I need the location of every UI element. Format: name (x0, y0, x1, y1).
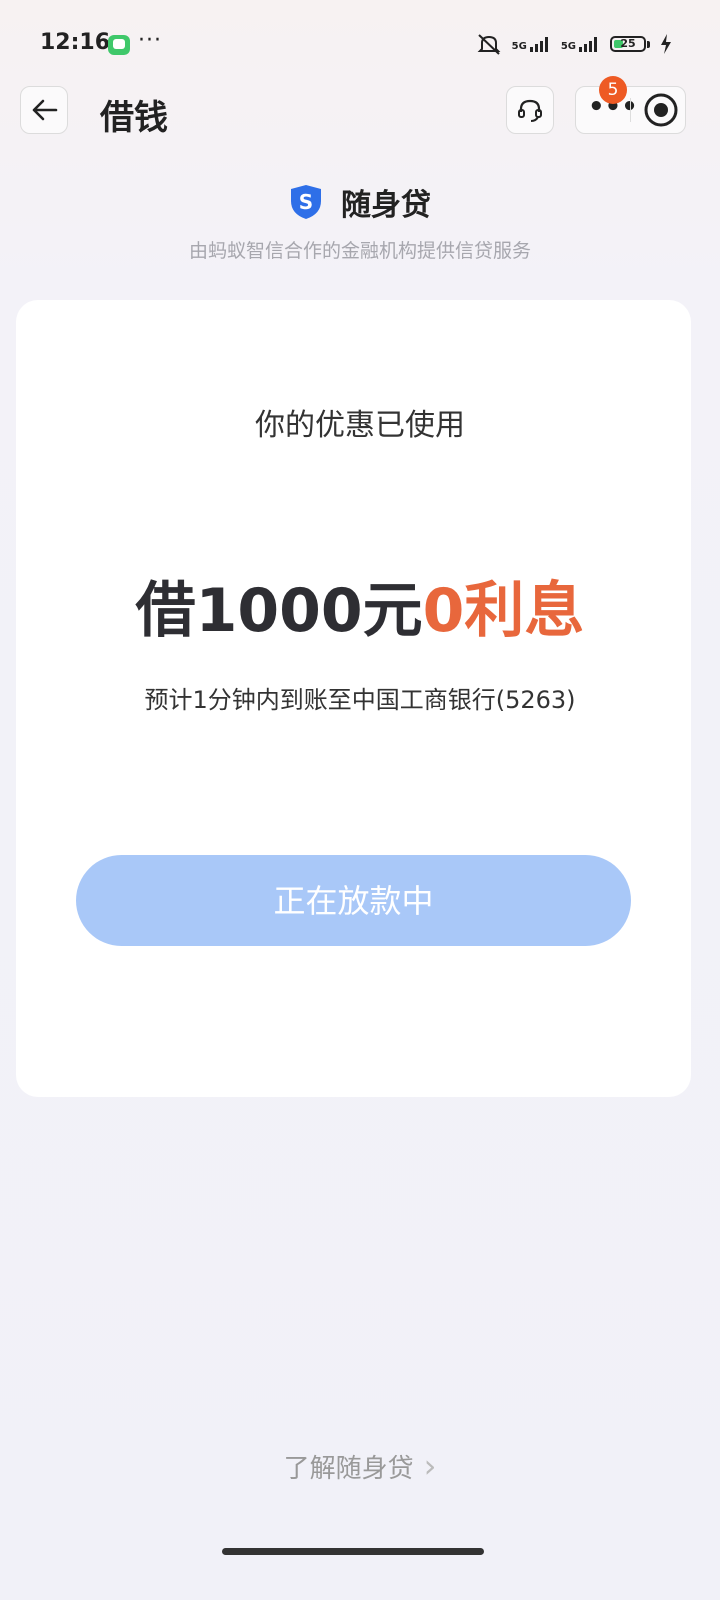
brand-header: S 随身贷 (0, 180, 720, 224)
battery-icon: 25 (610, 36, 650, 52)
brand-subtitle: 由蚂蚁智信合作的金融机构提供信贷服务 (188, 240, 531, 262)
capsule-divider (630, 98, 631, 122)
headset-icon (518, 99, 542, 122)
battery-level: 25 (620, 37, 636, 50)
charging-icon (661, 34, 671, 54)
status-time: 12:16 (40, 30, 111, 55)
notification-badge: 5 (599, 76, 627, 104)
signal-1-label: 5G (511, 41, 527, 52)
offer-used-heading: 你的优惠已使用 (255, 408, 465, 443)
offer-amount: 借1000元 (135, 576, 423, 646)
disbursing-button[interactable]: 正在放款中 (76, 855, 631, 946)
page-title: 借钱 (100, 98, 168, 138)
brand-name: 随身贷 (341, 188, 431, 223)
signal-2-icon: 5G (561, 36, 600, 52)
chevron-right-icon: › (423, 1447, 437, 1485)
shield-s-icon: S (291, 185, 321, 219)
more-notifications-icon: ··· (138, 28, 162, 53)
record-icon (644, 93, 678, 127)
back-button[interactable] (20, 86, 68, 134)
customer-service-button[interactable] (506, 86, 554, 134)
message-notification-icon (108, 35, 130, 55)
mute-icon (477, 34, 501, 55)
home-indicator[interactable] (222, 1548, 484, 1555)
arrow-left-icon (32, 99, 58, 121)
brand-icon-letter: S (299, 190, 313, 214)
record-button[interactable] (643, 92, 679, 128)
offer-interest: 0利息 (422, 576, 585, 646)
signal-1-icon: 5G (512, 36, 551, 52)
learn-more-label: 了解随身贷 (283, 1453, 414, 1484)
system-status-icons: 5G 5G 25 (476, 32, 672, 56)
offer-headline: 借1000元0利息 (0, 562, 720, 649)
signal-2-label: 5G (560, 41, 576, 52)
learn-more-link[interactable]: 了解随身贷 › (0, 1447, 720, 1485)
arrival-estimate: 预计1分钟内到账至中国工商银行(5263) (144, 686, 576, 714)
